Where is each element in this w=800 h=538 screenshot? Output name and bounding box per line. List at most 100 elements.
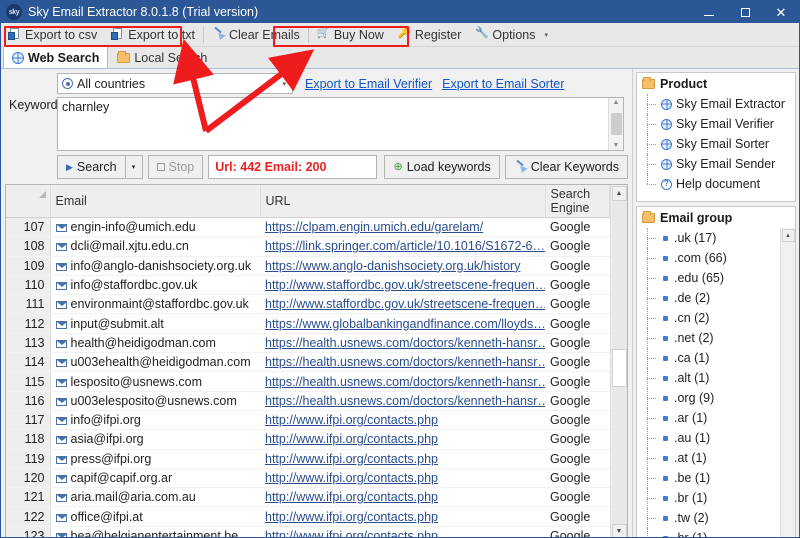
row-email[interactable]: bea@belgianentertainment.be bbox=[50, 526, 260, 537]
clear-keywords-button[interactable]: Clear Keywords bbox=[504, 155, 628, 179]
table-row[interactable]: 107 engin-info@umich.edu https://clpam.eng… bbox=[6, 217, 610, 238]
table-row[interactable]: 111 environmaint@staffordbc.gov.uk http://… bbox=[6, 294, 610, 315]
row-url-link[interactable]: https://www.anglo-danishsociety.org.uk/h… bbox=[265, 259, 520, 273]
options-button[interactable]: 🔧 Options bbox=[468, 23, 542, 46]
email-group-item[interactable]: .com (66) bbox=[645, 248, 780, 268]
row-url[interactable]: http://www.ifpi.org/contacts.php bbox=[260, 526, 545, 537]
email-group-item[interactable]: .cn (2) bbox=[645, 308, 780, 328]
row-url[interactable]: http://www.ifpi.org/contacts.php bbox=[260, 449, 545, 469]
buy-now-button[interactable]: 🛒 Buy Now bbox=[310, 23, 391, 46]
row-email[interactable]: u003elesposito@usnews.com bbox=[50, 391, 260, 411]
row-url-link[interactable]: http://www.ifpi.org/contacts.php bbox=[265, 452, 438, 466]
country-select[interactable]: All countries ▾ bbox=[57, 73, 293, 94]
row-email[interactable]: asia@ifpi.org bbox=[50, 429, 260, 450]
table-row[interactable]: 115 lesposito@usnews.com https://health.us… bbox=[6, 371, 610, 392]
table-row[interactable]: 120 capif@capif.org.ar http://www.ifpi.org… bbox=[6, 468, 610, 489]
product-item[interactable]: Sky Email Extractor bbox=[645, 94, 795, 114]
scroll-thumb[interactable] bbox=[610, 113, 622, 135]
row-url[interactable]: https://health.usnews.com/doctors/kennet… bbox=[260, 333, 545, 354]
row-url[interactable]: https://clpam.engin.umich.edu/garelam/ bbox=[260, 217, 545, 238]
row-url[interactable]: https://health.usnews.com/doctors/kennet… bbox=[260, 391, 545, 411]
row-email[interactable]: info@anglo-danishsociety.org.uk bbox=[50, 256, 260, 276]
keyword-input[interactable] bbox=[58, 98, 608, 150]
row-url[interactable]: http://www.staffordbc.gov.uk/streetscene… bbox=[260, 294, 545, 315]
table-row[interactable]: 113 health@heidigodman.com https://health.… bbox=[6, 333, 610, 354]
table-row[interactable]: 121 aria.mail@aria.com.au http://www.ifpi.… bbox=[6, 487, 610, 508]
row-url-link[interactable]: https://link.springer.com/article/10.101… bbox=[265, 239, 545, 253]
table-row[interactable]: 109 info@anglo-danishsociety.org.uk https:… bbox=[6, 256, 610, 276]
scroll-up-icon[interactable]: ▲ bbox=[613, 99, 620, 106]
scroll-down-button[interactable]: ▼ bbox=[611, 524, 627, 537]
product-item[interactable]: Sky Email Verifier bbox=[645, 114, 795, 134]
row-url-link[interactable]: https://clpam.engin.umich.edu/garelam/ bbox=[265, 220, 483, 234]
row-url[interactable]: https://link.springer.com/article/10.101… bbox=[260, 236, 545, 257]
row-email[interactable]: aria.mail@aria.com.au bbox=[50, 487, 260, 508]
row-url-link[interactable]: https://health.usnews.com/doctors/kennet… bbox=[265, 336, 545, 350]
table-row[interactable]: 108 dcli@mail.xjtu.edu.cn https://link.spr… bbox=[6, 236, 610, 257]
close-button[interactable]: ✕ bbox=[763, 1, 799, 23]
row-url-link[interactable]: http://www.staffordbc.gov.uk/streetscene… bbox=[265, 278, 545, 292]
scroll-track[interactable] bbox=[611, 201, 627, 524]
email-group-item[interactable]: .ca (1) bbox=[645, 348, 780, 368]
row-url-link[interactable]: https://health.usnews.com/doctors/kennet… bbox=[265, 355, 545, 369]
email-group-item[interactable]: .hr (1) bbox=[645, 528, 780, 537]
register-button[interactable]: 🔑 Register bbox=[391, 23, 469, 46]
email-group-item[interactable]: .org (9) bbox=[645, 388, 780, 408]
row-email[interactable]: engin-info@umich.edu bbox=[50, 217, 260, 238]
row-url-link[interactable]: http://www.ifpi.org/contacts.php bbox=[265, 471, 438, 485]
tab-local-search[interactable]: Local Search bbox=[108, 46, 216, 68]
maximize-button[interactable] bbox=[727, 1, 763, 23]
keyword-scrollbar[interactable]: ▲ ▼ bbox=[608, 98, 623, 150]
email-group-item[interactable]: .net (2) bbox=[645, 328, 780, 348]
column-header-index[interactable] bbox=[6, 185, 51, 218]
row-url[interactable]: https://www.globalbankingandfinance.com/… bbox=[260, 313, 545, 334]
table-row[interactable]: 123 bea@belgianentertainment.be http://www… bbox=[6, 526, 610, 537]
row-url[interactable]: http://www.ifpi.org/contacts.php bbox=[260, 487, 545, 508]
email-group-item[interactable]: .br (1) bbox=[645, 488, 780, 508]
row-url[interactable]: http://www.ifpi.org/contacts.php bbox=[260, 429, 545, 450]
email-group-scrollbar[interactable]: ▲ ▼ bbox=[780, 228, 795, 537]
row-email[interactable]: press@ifpi.org bbox=[50, 449, 260, 469]
table-row[interactable]: 112 input@submit.alt https://www.globalban… bbox=[6, 313, 610, 334]
export-to-email-sorter-link[interactable]: Export to Email Sorter bbox=[442, 77, 564, 91]
row-url-link[interactable]: https://health.usnews.com/doctors/kennet… bbox=[265, 375, 545, 389]
product-item[interactable]: Sky Email Sorter bbox=[645, 134, 795, 154]
export-to-txt-button[interactable]: Export to txt bbox=[104, 23, 202, 46]
row-email[interactable]: u003ehealth@heidigodman.com bbox=[50, 352, 260, 373]
email-group-item[interactable]: .ar (1) bbox=[645, 408, 780, 428]
row-email[interactable]: health@heidigodman.com bbox=[50, 333, 260, 354]
row-url-link[interactable]: https://health.usnews.com/doctors/kennet… bbox=[265, 394, 545, 408]
email-group-item[interactable]: .uk (17) bbox=[645, 228, 780, 248]
row-email[interactable]: info@staffordbc.gov.uk bbox=[50, 275, 260, 296]
table-row[interactable]: 114 u003ehealth@heidigodman.com https://he… bbox=[6, 352, 610, 373]
row-url-link[interactable]: http://www.staffordbc.gov.uk/streetscene… bbox=[265, 297, 545, 311]
export-to-email-verifier-link[interactable]: Export to Email Verifier bbox=[305, 77, 432, 91]
row-email[interactable]: lesposito@usnews.com bbox=[50, 371, 260, 392]
row-url-link[interactable]: https://www.globalbankingandfinance.com/… bbox=[265, 317, 545, 331]
stop-button[interactable]: Stop bbox=[147, 155, 204, 179]
table-row[interactable]: 119 press@ifpi.org http://www.ifpi.org/con… bbox=[6, 449, 610, 469]
column-header-url[interactable]: URL bbox=[260, 185, 546, 218]
minimize-button[interactable] bbox=[691, 1, 727, 23]
email-group-item[interactable]: .at (1) bbox=[645, 448, 780, 468]
row-url-link[interactable]: http://www.ifpi.org/contacts.php bbox=[265, 510, 438, 524]
email-group-item[interactable]: .be (1) bbox=[645, 468, 780, 488]
row-email[interactable]: office@ifpi.at bbox=[50, 506, 260, 527]
row-url[interactable]: http://www.ifpi.org/contacts.php bbox=[260, 468, 545, 489]
row-url[interactable]: http://www.staffordbc.gov.uk/streetscene… bbox=[260, 275, 545, 296]
row-url[interactable]: https://www.anglo-danishsociety.org.uk/h… bbox=[260, 256, 545, 276]
row-url-link[interactable]: http://www.ifpi.org/contacts.php bbox=[265, 413, 438, 427]
table-row[interactable]: 110 info@staffordbc.gov.uk http://www.staf… bbox=[6, 275, 610, 296]
row-url[interactable]: https://health.usnews.com/doctors/kennet… bbox=[260, 371, 545, 392]
column-header-email[interactable]: Email bbox=[50, 185, 261, 218]
row-url-link[interactable]: http://www.ifpi.org/contacts.php bbox=[265, 490, 438, 504]
email-group-item[interactable]: .tw (2) bbox=[645, 508, 780, 528]
options-dropdown-caret[interactable]: ▾ bbox=[542, 23, 554, 46]
load-keywords-button[interactable]: ⊕ Load keywords bbox=[384, 155, 500, 179]
table-row[interactable]: 118 asia@ifpi.org http://www.ifpi.org/cont… bbox=[6, 429, 610, 450]
row-email[interactable]: capif@capif.org.ar bbox=[50, 468, 260, 489]
row-url-link[interactable]: http://www.ifpi.org/contacts.php bbox=[265, 432, 438, 446]
row-email[interactable]: environmaint@staffordbc.gov.uk bbox=[50, 294, 260, 315]
scroll-up-button[interactable]: ▲ bbox=[781, 229, 795, 242]
scroll-thumb[interactable] bbox=[611, 349, 627, 387]
